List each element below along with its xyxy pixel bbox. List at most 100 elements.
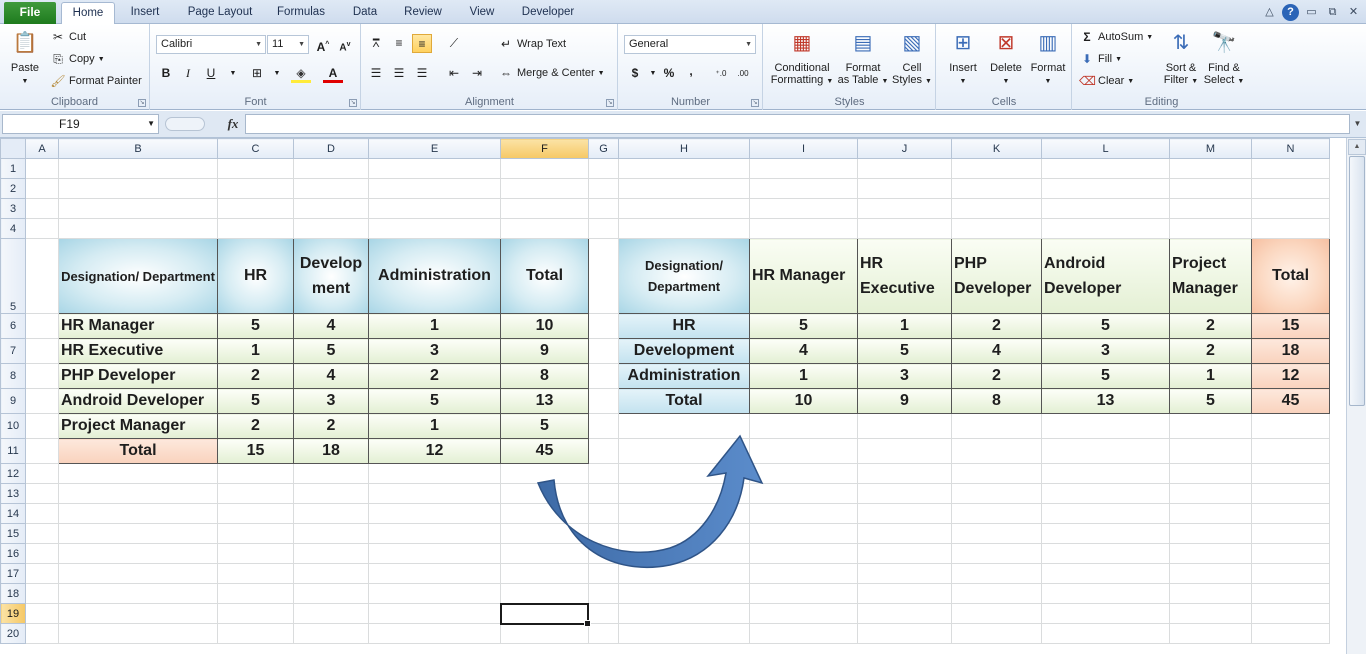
table2-total-label[interactable]: Total bbox=[618, 388, 750, 414]
table1-total-label[interactable]: Total bbox=[58, 438, 218, 464]
cell[interactable] bbox=[588, 198, 619, 219]
table2-cell[interactable]: 2 bbox=[1169, 313, 1252, 339]
align-left-icon[interactable]: ☰ bbox=[366, 64, 386, 83]
cell[interactable] bbox=[1169, 218, 1252, 239]
cell[interactable] bbox=[1169, 178, 1252, 199]
cell[interactable] bbox=[368, 158, 501, 179]
cell[interactable] bbox=[618, 158, 750, 179]
cell[interactable] bbox=[500, 218, 589, 239]
row-header[interactable]: 12 bbox=[0, 463, 26, 484]
cell[interactable] bbox=[1041, 178, 1170, 199]
row-header[interactable]: 16 bbox=[0, 543, 26, 564]
table2-cell[interactable]: 5 bbox=[1041, 313, 1170, 339]
table2-cell[interactable]: 2 bbox=[951, 363, 1042, 389]
cell[interactable] bbox=[588, 338, 619, 364]
row-header[interactable]: 4 bbox=[0, 218, 26, 239]
table1-cell[interactable]: 5 bbox=[217, 388, 294, 414]
cell[interactable] bbox=[368, 503, 501, 524]
cell[interactable] bbox=[749, 413, 858, 439]
cell[interactable] bbox=[1041, 198, 1170, 219]
cell[interactable] bbox=[217, 218, 294, 239]
tab-formulas[interactable]: Formulas bbox=[270, 2, 332, 24]
table1-row-label[interactable]: HR Manager bbox=[58, 313, 218, 339]
cell[interactable] bbox=[857, 563, 952, 584]
tab-data[interactable]: Data bbox=[344, 2, 386, 24]
cell-styles-button[interactable]: ▧ Cell Styles ▼ bbox=[890, 27, 934, 88]
table1-header-development[interactable]: Development bbox=[293, 238, 369, 314]
table2-cell[interactable]: 1 bbox=[749, 363, 858, 389]
cell[interactable] bbox=[368, 623, 501, 644]
restore-icon[interactable]: ⧉ bbox=[1324, 4, 1341, 21]
cell[interactable] bbox=[951, 583, 1042, 604]
cell[interactable] bbox=[293, 218, 369, 239]
table2-total-cell[interactable]: 8 bbox=[951, 388, 1042, 414]
cell[interactable] bbox=[588, 603, 619, 624]
cell[interactable] bbox=[58, 543, 218, 564]
table1-cell-total[interactable]: 13 bbox=[500, 388, 589, 414]
cell[interactable] bbox=[1169, 463, 1252, 484]
cell[interactable] bbox=[1169, 158, 1252, 179]
cell[interactable] bbox=[749, 523, 858, 544]
cell[interactable] bbox=[951, 198, 1042, 219]
decrease-decimal-icon[interactable]: .00 bbox=[733, 64, 753, 83]
cell[interactable] bbox=[217, 483, 294, 504]
cell[interactable] bbox=[951, 543, 1042, 564]
formula-input[interactable] bbox=[245, 114, 1350, 134]
comma-button[interactable]: , bbox=[681, 62, 701, 81]
table2-cell[interactable]: 2 bbox=[1169, 338, 1252, 364]
col-header-H[interactable]: H bbox=[618, 138, 750, 159]
table2-grand-total[interactable]: 45 bbox=[1251, 388, 1330, 414]
row-header[interactable]: 17 bbox=[0, 563, 26, 584]
cell[interactable] bbox=[1251, 583, 1330, 604]
cell[interactable] bbox=[951, 218, 1042, 239]
table1-header-total[interactable]: Total bbox=[500, 238, 589, 314]
cell[interactable] bbox=[293, 198, 369, 219]
cell[interactable] bbox=[1041, 623, 1170, 644]
insert-function-button[interactable]: fx bbox=[222, 114, 244, 134]
table2-total-cell[interactable]: 10 bbox=[749, 388, 858, 414]
col-header-A[interactable]: A bbox=[25, 138, 59, 159]
cell[interactable] bbox=[25, 438, 59, 464]
cell[interactable] bbox=[25, 503, 59, 524]
cell[interactable] bbox=[1041, 603, 1170, 624]
cell[interactable] bbox=[588, 313, 619, 339]
cell[interactable] bbox=[951, 503, 1042, 524]
cell[interactable] bbox=[1169, 483, 1252, 504]
cell[interactable] bbox=[25, 623, 59, 644]
cell[interactable] bbox=[25, 583, 59, 604]
cell[interactable] bbox=[857, 463, 952, 484]
table2-cell[interactable]: 3 bbox=[1041, 338, 1170, 364]
cell[interactable] bbox=[58, 198, 218, 219]
cell[interactable] bbox=[749, 158, 858, 179]
col-header-B[interactable]: B bbox=[58, 138, 218, 159]
table1-row-label[interactable]: HR Executive bbox=[58, 338, 218, 364]
table2-header-android-developer[interactable]: Android Developer bbox=[1041, 238, 1170, 314]
cell[interactable] bbox=[1251, 413, 1330, 439]
cell[interactable] bbox=[217, 603, 294, 624]
table1-cell[interactable]: 5 bbox=[368, 388, 501, 414]
underline-dropdown-icon[interactable]: ▼ bbox=[223, 64, 243, 83]
close-icon[interactable]: ✕ bbox=[1345, 4, 1362, 21]
cell[interactable] bbox=[951, 463, 1042, 484]
table1-cell[interactable]: 4 bbox=[293, 313, 369, 339]
cell[interactable] bbox=[217, 543, 294, 564]
col-header-J[interactable]: J bbox=[857, 138, 952, 159]
cell[interactable] bbox=[749, 563, 858, 584]
tab-developer[interactable]: Developer bbox=[514, 2, 582, 24]
grow-font-icon[interactable]: A^ bbox=[313, 35, 333, 54]
active-cell-F19[interactable] bbox=[500, 603, 589, 624]
cell[interactable] bbox=[368, 543, 501, 564]
cell[interactable] bbox=[25, 603, 59, 624]
cell[interactable] bbox=[500, 523, 589, 544]
cell[interactable] bbox=[1041, 463, 1170, 484]
format-painter-button[interactable]: 🖌 Format Painter bbox=[50, 73, 141, 89]
row-header[interactable]: 3 bbox=[0, 198, 26, 219]
cell[interactable] bbox=[749, 503, 858, 524]
align-bottom-icon[interactable]: ≡ bbox=[412, 34, 432, 53]
cell-grid[interactable]: A B C D E F G H I J K L M N 1 2 3 4 5 De… bbox=[0, 138, 1346, 654]
help-icon[interactable]: ? bbox=[1282, 3, 1299, 21]
increase-indent-icon[interactable]: ⇥ bbox=[467, 64, 487, 83]
cell[interactable] bbox=[618, 198, 750, 219]
cell[interactable] bbox=[1041, 523, 1170, 544]
cell[interactable] bbox=[1041, 563, 1170, 584]
